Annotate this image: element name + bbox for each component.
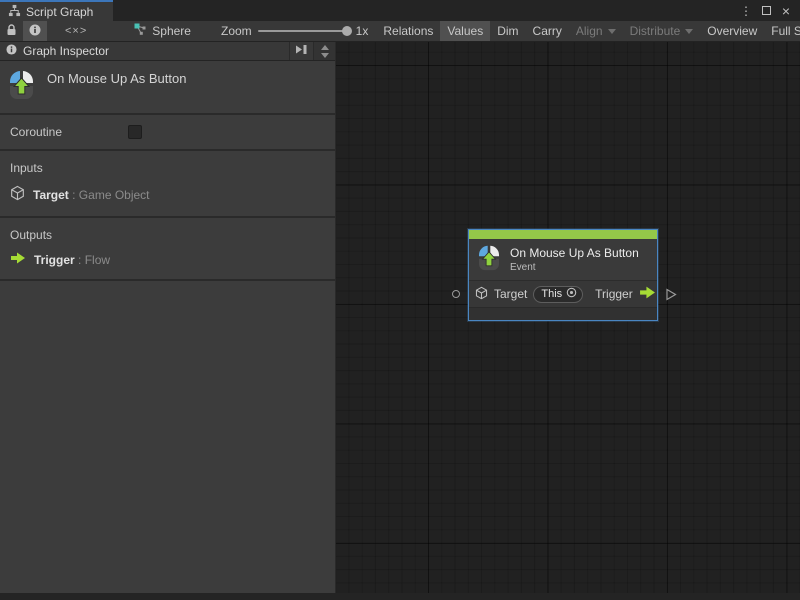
lock-button[interactable] xyxy=(0,21,23,41)
code-icon: <×> xyxy=(65,25,88,37)
node-header[interactable]: On Mouse Up As Button Event xyxy=(469,239,657,280)
code-view-button[interactable]: <×> xyxy=(47,21,105,41)
chevron-down-icon xyxy=(685,28,694,34)
zoom-value: 1x xyxy=(355,24,369,38)
chevron-down-icon xyxy=(607,28,616,34)
maximize-box xyxy=(761,6,771,15)
input-port-name: Target xyxy=(33,187,69,202)
graph-reference-label: Sphere xyxy=(152,24,191,38)
info-icon xyxy=(6,44,17,58)
info-icon xyxy=(29,24,41,39)
flow-arrow-icon xyxy=(639,286,656,302)
outputs-header: Outputs xyxy=(10,228,53,242)
scrub-up-icon[interactable] xyxy=(320,44,329,50)
on-mouse-up-as-button-node[interactable]: On Mouse Up As Button Event Target This xyxy=(468,229,658,321)
distribute-label: Distribute xyxy=(629,24,681,38)
inputs-section: Inputs Target : Game Object xyxy=(0,151,335,218)
node-accent-bar xyxy=(469,230,657,239)
dim-button[interactable]: Dim xyxy=(490,21,525,41)
unit-title-block: On Mouse Up As Button xyxy=(0,61,335,115)
cube-icon xyxy=(10,185,25,204)
coroutine-row: Coroutine xyxy=(0,115,335,151)
mouse-up-icon xyxy=(477,244,501,274)
inspector-toggle-button[interactable] xyxy=(23,21,47,41)
tab-script-graph[interactable]: Script Graph xyxy=(0,0,113,21)
inputs-header: Inputs xyxy=(10,161,43,175)
node-subtitle: Event xyxy=(510,261,536,273)
node-ports-row: Target This Trigger xyxy=(469,280,657,307)
target-value-picker[interactable]: This xyxy=(533,285,584,303)
zoom-label: Zoom xyxy=(220,24,252,38)
dock-icon xyxy=(295,44,308,58)
coroutine-checkbox[interactable] xyxy=(128,125,142,139)
main-area: Graph Inspector On Mouse Up As Button Co… xyxy=(0,42,800,600)
input-port-type: : Game Object xyxy=(72,187,150,202)
object-picker-icon[interactable] xyxy=(566,287,577,301)
target-port-label: Target xyxy=(494,287,528,301)
relations-button[interactable]: Relations xyxy=(376,21,440,41)
tab-label: Script Graph xyxy=(26,4,94,19)
script-graph-window: Script Graph ⋮ × <×> Sphere Zoom 1x Rela… xyxy=(0,0,800,600)
node-title: On Mouse Up As Button xyxy=(510,245,639,260)
trigger-port-label: Trigger xyxy=(595,287,633,301)
inspector-empty-area xyxy=(0,281,335,600)
close-icon[interactable]: × xyxy=(778,3,794,19)
tab-bar: Script Graph ⋮ × xyxy=(0,0,800,21)
graph-canvas[interactable]: On Mouse Up As Button Event Target This xyxy=(336,42,800,600)
script-graph-icon xyxy=(8,4,21,20)
coroutine-label: Coroutine xyxy=(10,125,63,139)
lock-icon xyxy=(6,23,17,39)
node-footer xyxy=(469,307,657,320)
full-screen-button[interactable]: Full Screen xyxy=(764,21,800,41)
graph-toolbar: <×> Sphere Zoom 1x Relations Values Dim … xyxy=(0,21,800,42)
unit-title: On Mouse Up As Button xyxy=(47,71,187,86)
values-button[interactable]: Values xyxy=(440,21,491,41)
input-port-connector[interactable] xyxy=(452,290,460,298)
dock-panel-button[interactable] xyxy=(290,42,314,60)
tab-bar-spacer xyxy=(113,0,738,21)
zoom-slider[interactable] xyxy=(257,26,352,36)
input-target-row: Target : Game Object xyxy=(0,183,335,206)
overview-button[interactable]: Overview xyxy=(700,21,764,41)
graph-inspector-header-left: Graph Inspector xyxy=(0,42,290,60)
output-port-type: : Flow xyxy=(78,252,111,267)
panel-scrubber[interactable] xyxy=(314,42,335,60)
graph-inspector-panel: Graph Inspector On Mouse Up As Button Co… xyxy=(0,42,336,600)
scrub-down-icon[interactable] xyxy=(320,52,329,58)
window-bottom-edge xyxy=(0,593,800,600)
outputs-section: Outputs Trigger : Flow xyxy=(0,218,335,281)
mouse-up-icon xyxy=(8,69,35,103)
target-value: This xyxy=(541,288,563,300)
carry-button[interactable]: Carry xyxy=(526,21,569,41)
zoom-slider-handle[interactable] xyxy=(341,26,352,36)
output-port-name: Trigger xyxy=(34,252,75,267)
cube-icon xyxy=(475,286,488,303)
align-label: Align xyxy=(575,24,603,38)
graph-reference[interactable]: Sphere xyxy=(105,21,199,41)
graph-nodes-icon xyxy=(133,23,147,39)
window-controls: ⋮ × xyxy=(738,0,800,21)
zoom-control: Zoom 1x xyxy=(199,21,376,41)
maximize-icon[interactable] xyxy=(758,3,774,19)
graph-inspector-header: Graph Inspector xyxy=(0,42,335,61)
output-trigger-row: Trigger : Flow xyxy=(0,250,335,269)
graph-inspector-title: Graph Inspector xyxy=(23,44,110,58)
output-port-connector[interactable] xyxy=(665,288,677,304)
align-dropdown[interactable]: Align xyxy=(569,21,623,41)
distribute-dropdown[interactable]: Distribute xyxy=(623,21,701,41)
flow-arrow-icon xyxy=(10,252,26,267)
more-menu-icon[interactable]: ⋮ xyxy=(738,3,754,19)
